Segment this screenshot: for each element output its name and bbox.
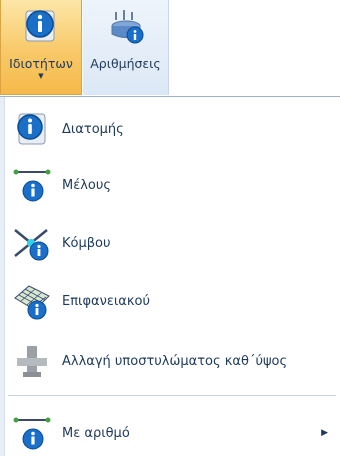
ribbon: Ιδιοτήτων ▼ Αριθμήσεις: [0, 0, 340, 95]
properties-dropdown-menu: Διατομής Μέλους Κόμβου Επιφανειακού Αλλα…: [0, 96, 340, 456]
menu-item-node[interactable]: Κόμβου: [6, 221, 336, 265]
menu-item-label: Μέλους: [62, 177, 112, 193]
menu-item-label: Διατομής: [62, 121, 124, 137]
menu-item-label: Επιφανειακού: [62, 293, 150, 309]
menu-gutter: [0, 97, 5, 456]
calculations-icon: [111, 10, 143, 44]
menu-item-label: Κόμβου: [62, 235, 111, 251]
member-number-icon: [13, 417, 51, 450]
menu-item-section[interactable]: Διατομής: [6, 107, 336, 151]
info-icon: [17, 113, 46, 145]
menu-item-column-change[interactable]: Αλλαγή υποστυλώματος καθ΄ύψος: [6, 339, 336, 383]
node-info-icon: [14, 229, 49, 261]
surface-info-icon: [14, 285, 50, 320]
menu-item-member[interactable]: Μέλους: [6, 163, 336, 207]
menu-item-label: Με αριθμό: [62, 425, 130, 441]
menu-item-by-number[interactable]: Με αριθμό ▶: [6, 411, 336, 455]
chevron-down-icon: ▼: [38, 72, 44, 80]
member-info-icon: [13, 169, 51, 202]
menu-item-label: Αλλαγή υποστυλώματος καθ΄ύψος: [62, 353, 288, 369]
calculations-button[interactable]: Αριθμήσεις: [83, 0, 169, 95]
column-change-icon: [17, 346, 47, 377]
properties-button[interactable]: Ιδιοτήτων ▼: [0, 0, 82, 95]
submenu-arrow-icon: ▶: [321, 428, 328, 438]
properties-label: Ιδιοτήτων: [9, 56, 73, 71]
properties-info-icon: [25, 10, 55, 42]
calculations-label: Αριθμήσεις: [90, 56, 161, 71]
menu-separator: [8, 395, 336, 396]
menu-item-surface[interactable]: Επιφανειακού: [6, 279, 336, 323]
